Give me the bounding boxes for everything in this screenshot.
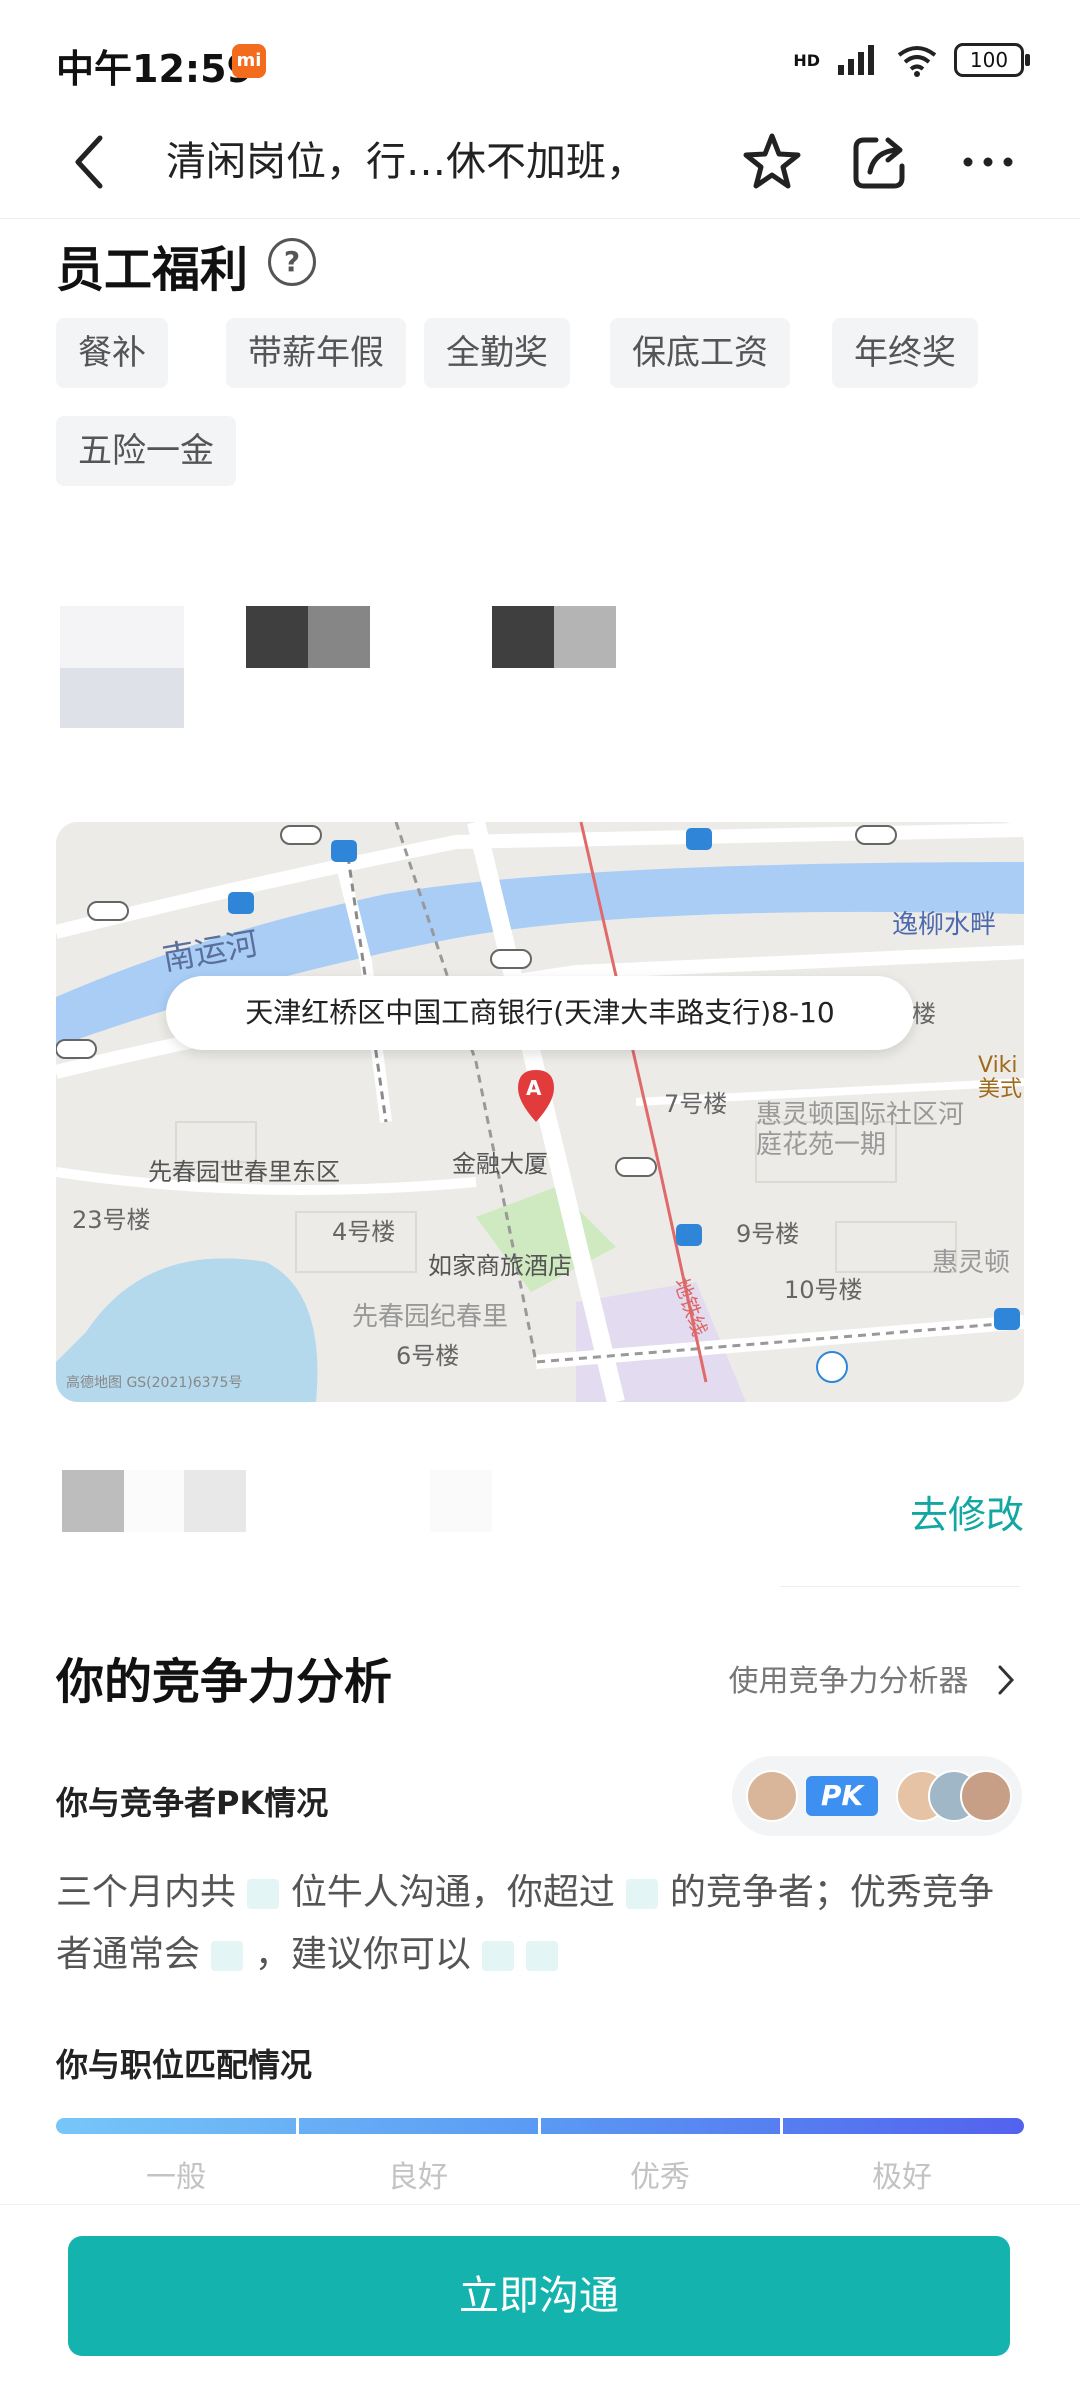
back-arrow-icon[interactable] — [60, 130, 124, 194]
signal-icon — [838, 45, 874, 75]
redacted-value — [247, 1879, 280, 1909]
avatar — [960, 1770, 1012, 1822]
map-place-label: 先春园纪春里 — [352, 1302, 509, 1332]
summary-text: 三个月内共 — [56, 1872, 237, 1913]
redacted-value — [211, 1941, 244, 1971]
map-building-label: 7号楼 — [664, 1090, 728, 1118]
share-icon[interactable] — [848, 130, 912, 194]
redacted-block — [246, 606, 308, 668]
chevron-right-icon — [998, 1665, 1015, 1695]
analyzer-link[interactable]: 使用竞争力分析器 — [728, 1656, 1020, 1700]
star-icon[interactable] — [740, 130, 804, 194]
bar-separator — [538, 2118, 541, 2134]
benefit-tag: 餐补 — [56, 318, 168, 388]
competition-summary: 三个月内共 位牛人沟通，你超过 的竞争者；优秀竞争者通常会 ，建议你可以 — [56, 1862, 1024, 1986]
benefit-tag: 五险一金 — [56, 416, 236, 486]
match-bar — [56, 2118, 1024, 2134]
map-building-label: 9号楼 — [736, 1220, 800, 1248]
battery-indicator: 100 — [954, 43, 1030, 77]
benefit-tag: 保底工资 — [610, 318, 790, 388]
redacted-block — [554, 606, 616, 668]
map-place-label: 金融大厦 — [452, 1150, 548, 1178]
map-building-label: 6号楼 — [396, 1342, 460, 1370]
redacted-block — [62, 1470, 124, 1532]
redacted-block — [184, 1470, 246, 1532]
status-time: 中午12:59 — [56, 47, 253, 91]
redacted-block — [492, 606, 554, 668]
benefit-tag: 年终奖 — [832, 318, 978, 388]
avatar — [746, 1770, 798, 1822]
modify-link[interactable]: 去修改 — [910, 1484, 1024, 1539]
status-bar: 中午12:59 mi HD 100 — [0, 0, 1080, 120]
summary-text: ，建议你可以 — [254, 1934, 471, 1975]
wifi-icon — [897, 46, 937, 77]
bar-separator — [780, 2118, 783, 2134]
more-icon[interactable] — [956, 130, 1020, 194]
map-building-label: 23号楼 — [72, 1206, 151, 1234]
match-level-label: 良好 — [388, 2160, 448, 2195]
benefit-tag: 带薪年假 — [226, 318, 406, 388]
map-building-label: 10号楼 — [784, 1276, 863, 1304]
redacted-value — [626, 1879, 659, 1909]
bar-separator — [296, 2118, 299, 2134]
analyzer-link-label: 使用竞争力分析器 — [728, 1664, 969, 1699]
map-poi-label: Viki 美式 — [978, 1053, 1023, 1102]
match-level-label: 极好 — [872, 2160, 932, 2195]
redacted-block — [430, 1470, 492, 1532]
benefits-title: 员工福利 — [56, 242, 249, 298]
pk-avatars[interactable]: PK — [732, 1756, 1022, 1836]
status-icons: HD 100 — [793, 40, 1030, 80]
map-place-label: 逸柳水畔 — [892, 910, 997, 940]
map-building-label: 楼 — [912, 1000, 936, 1028]
map-place-label: 惠灵顿国际社区河庭花苑一期 — [756, 1100, 965, 1160]
location-map[interactable]: 天津红桥区中国工商银行(天津大丰路支行)8-10 A 南运河 逸柳水畔 先春园世… — [56, 822, 1024, 1402]
match-label: 你与职位匹配情况 — [56, 2046, 313, 2084]
map-place-label: 如家商旅酒店 — [428, 1252, 572, 1280]
match-level-label: 一般 — [146, 2160, 206, 2195]
redacted-block — [124, 1470, 184, 1532]
pk-badge: PK — [806, 1776, 878, 1816]
redacted-value — [525, 1941, 558, 1971]
map-address-label: 天津红桥区中国工商银行(天津大丰路支行)8-10 — [166, 976, 914, 1050]
pk-label: 你与竞争者PK情况 — [56, 1784, 329, 1822]
divider — [780, 1586, 1020, 1587]
hd-badge: HD — [793, 50, 820, 70]
help-icon[interactable]: ? — [268, 238, 316, 286]
map-building-label: 4号楼 — [332, 1218, 396, 1246]
top-nav: 清闲岗位，行…休不加班， — [0, 112, 1080, 219]
map-marker-label: A — [526, 1076, 542, 1100]
map-place-label: 惠灵顿 — [932, 1248, 1011, 1278]
competition-title: 你的竞争力分析 — [56, 1654, 393, 1710]
map-place-label: 先春园世春里东区 — [148, 1158, 340, 1186]
summary-text: 位牛人沟通，你超过 — [290, 1872, 615, 1913]
redacted-block — [308, 606, 370, 668]
redacted-block — [60, 668, 184, 728]
mi-app-icon: mi — [232, 44, 266, 78]
chat-now-button[interactable]: 立即沟通 — [68, 2236, 1010, 2356]
page-title: 清闲岗位，行…休不加班， — [166, 139, 646, 185]
map-copyright: 高德地图 GS(2021)6375号 — [66, 1375, 243, 1391]
match-level-label: 优秀 — [630, 2160, 690, 2195]
redacted-block — [60, 606, 184, 668]
benefit-tag: 全勤奖 — [424, 318, 570, 388]
divider — [0, 2204, 1080, 2205]
redacted-value — [482, 1941, 515, 1971]
